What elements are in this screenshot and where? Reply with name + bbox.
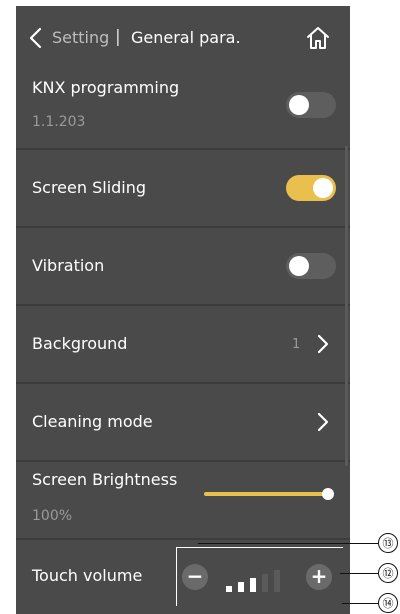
screen-brightness-label: Screen Brightness xyxy=(32,470,178,489)
screen-brightness-value: 100% xyxy=(32,508,73,524)
callout-line-13 xyxy=(198,543,378,544)
cleaning-mode-label: Cleaning mode xyxy=(32,412,153,431)
knx-programming-toggle[interactable] xyxy=(286,92,336,118)
background-label: Background xyxy=(32,334,128,353)
knx-address: 1.1.203 xyxy=(32,114,86,130)
callout-bracket xyxy=(176,547,343,606)
knx-programming-row: KNX programming 1.1.203 xyxy=(16,70,350,148)
screen-sliding-toggle[interactable] xyxy=(286,175,336,201)
callout-line-14 xyxy=(342,603,378,604)
chevron-right-icon xyxy=(317,334,329,354)
background-value: 1 xyxy=(292,337,301,352)
touch-volume-label: Touch volume xyxy=(32,566,143,585)
background-row[interactable]: Background 1 xyxy=(16,306,350,382)
knx-programming-label: KNX programming xyxy=(32,78,180,97)
toggle-knob xyxy=(289,95,309,115)
screen-sliding-label: Screen Sliding xyxy=(32,178,147,197)
vibration-label: Vibration xyxy=(32,256,105,275)
toggle-knob xyxy=(289,256,309,276)
vibration-row: Vibration xyxy=(16,228,350,304)
screen-brightness-row: Screen Brightness 100% xyxy=(16,462,350,538)
breadcrumb-separator: | xyxy=(115,27,121,47)
toggle-knob xyxy=(313,178,333,198)
breadcrumb-parent[interactable]: Setting xyxy=(52,28,109,47)
back-chevron-icon[interactable] xyxy=(26,26,46,50)
brightness-slider-handle[interactable] xyxy=(322,488,334,500)
cleaning-mode-row[interactable]: Cleaning mode xyxy=(16,384,350,460)
header-bar: Setting | General para. xyxy=(16,6,350,70)
callout-line-12 xyxy=(340,573,378,574)
callout-13: ⑬ xyxy=(378,533,398,553)
scrollbar[interactable] xyxy=(345,146,348,466)
home-icon[interactable] xyxy=(304,24,332,52)
screen-sliding-row: Screen Sliding xyxy=(16,150,350,226)
page-title: General para. xyxy=(131,28,241,47)
brightness-slider-track[interactable] xyxy=(204,492,328,496)
callout-14: ⑭ xyxy=(378,593,398,613)
vibration-toggle[interactable] xyxy=(286,253,336,279)
chevron-right-icon xyxy=(317,412,329,432)
callout-12: ⑫ xyxy=(378,563,398,583)
device-screen: Setting | General para. KNX programming … xyxy=(16,6,350,614)
